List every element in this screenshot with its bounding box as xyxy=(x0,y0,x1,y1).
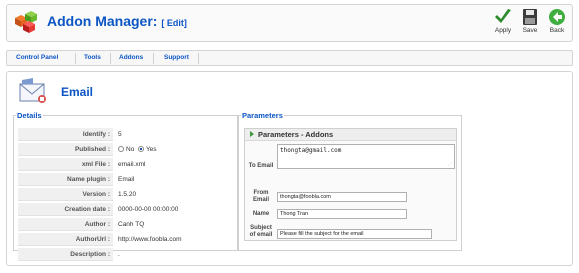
menu-separator xyxy=(75,53,76,64)
details-fieldset: Details Identify : 5 Published : No Yes … xyxy=(13,111,238,261)
detail-row-published: Published : No Yes xyxy=(18,143,233,156)
detail-row-xml-file: xml File : email.xml xyxy=(18,158,233,171)
parameters-panel: Parameters - Addons To Email thongta@gma… xyxy=(244,128,457,241)
menu-separator xyxy=(110,53,111,64)
detail-value: 0000-00-00 00:00:00 xyxy=(118,206,179,213)
apply-button[interactable]: Apply xyxy=(490,8,516,34)
details-legend: Details xyxy=(17,111,42,120)
detail-value: 1.5.20 xyxy=(118,191,137,198)
parameters-legend: Parameters xyxy=(242,111,283,120)
to-email-label: To Email xyxy=(248,163,274,169)
edit-subtitle: [ Edit] xyxy=(161,18,187,28)
header: Addon Manager: [ Edit] Apply Save Back xyxy=(6,4,573,42)
menu-support[interactable]: Support xyxy=(164,54,189,61)
menu-addons[interactable]: Addons xyxy=(119,54,143,61)
back-button[interactable]: Back xyxy=(544,8,570,34)
email-envelope-icon xyxy=(19,78,46,103)
detail-row-version: Version : 1.5.20 xyxy=(18,188,233,201)
resize-grip-icon[interactable]: ⋰ xyxy=(448,162,453,167)
detail-value: Email xyxy=(118,176,135,183)
back-label: Back xyxy=(549,27,565,34)
name-field[interactable]: Thong Tran xyxy=(277,209,407,219)
parameters-panel-title: Parameters - Addons xyxy=(258,130,334,139)
detail-label: Version : xyxy=(18,188,113,201)
menu-separator xyxy=(153,53,154,64)
detail-label: Creation date : xyxy=(18,203,113,216)
detail-label: xml File : xyxy=(18,158,113,171)
menu-tools[interactable]: Tools xyxy=(84,54,101,61)
addon-title: Email xyxy=(61,85,94,99)
radio-no[interactable] xyxy=(118,146,124,152)
to-email-value: thongta@gmail.com xyxy=(280,147,342,154)
detail-row-creation-date: Creation date : 0000-00-00 00:00:00 xyxy=(18,203,233,216)
apply-label: Apply xyxy=(494,27,512,34)
detail-value: http://www.foobla.com xyxy=(118,236,182,243)
parameters-panel-header[interactable]: Parameters - Addons xyxy=(245,129,456,141)
menu-control-panel[interactable]: Control Panel xyxy=(16,54,58,61)
save-disk-icon xyxy=(523,9,537,25)
page-title: Addon Manager: [ Edit] xyxy=(47,13,187,29)
name-label: Name xyxy=(252,211,270,217)
save-button[interactable]: Save xyxy=(517,8,543,34)
detail-row-name-plugin: Name plugin : Email xyxy=(18,173,233,186)
radio-yes-label: Yes xyxy=(145,146,157,153)
to-email-textarea[interactable]: thongta@gmail.com ⋰ xyxy=(277,144,455,169)
detail-row-description: Description : . xyxy=(18,248,233,261)
back-arrow-icon xyxy=(549,9,565,25)
detail-value: email.xml xyxy=(118,161,146,168)
menu-separator xyxy=(198,53,199,64)
detail-label: Published : xyxy=(18,143,113,156)
expand-arrow-icon xyxy=(250,131,254,137)
detail-label: Author : xyxy=(18,218,113,231)
subject-field[interactable]: Please fill the subject for the email xyxy=(277,229,432,239)
detail-label: Description : xyxy=(18,248,113,261)
detail-label: AuthorUrl : xyxy=(18,233,113,246)
parameters-fieldset: Parameters Parameters - Addons To Email … xyxy=(238,111,462,251)
radio-yes[interactable] xyxy=(137,146,144,152)
detail-row-author-url: AuthorUrl : http://www.foobla.com xyxy=(18,233,233,246)
detail-label: Name plugin : xyxy=(18,173,113,186)
cubes-logo-icon xyxy=(15,11,37,33)
detail-value: Canh TQ xyxy=(118,221,145,228)
published-radios: No Yes xyxy=(118,143,157,156)
detail-value: 5 xyxy=(118,131,122,138)
from-email-field[interactable]: thongta@foobla.com xyxy=(277,192,407,202)
menu-bar: Control Panel Tools Addons Support xyxy=(6,50,573,66)
main-content: Email Details Identify : 5 Published : N… xyxy=(6,71,573,266)
detail-row-identify: Identify : 5 xyxy=(18,128,233,141)
detail-row-author: Author : Canh TQ xyxy=(18,218,233,231)
subject-label: Subject of email xyxy=(249,225,273,238)
detail-label: Identify : xyxy=(18,128,113,141)
detail-value: . xyxy=(118,251,120,258)
from-email-label: From Email xyxy=(252,190,269,203)
save-label: Save xyxy=(522,27,538,34)
radio-no-label: No xyxy=(126,146,135,153)
apply-check-icon xyxy=(495,9,511,23)
